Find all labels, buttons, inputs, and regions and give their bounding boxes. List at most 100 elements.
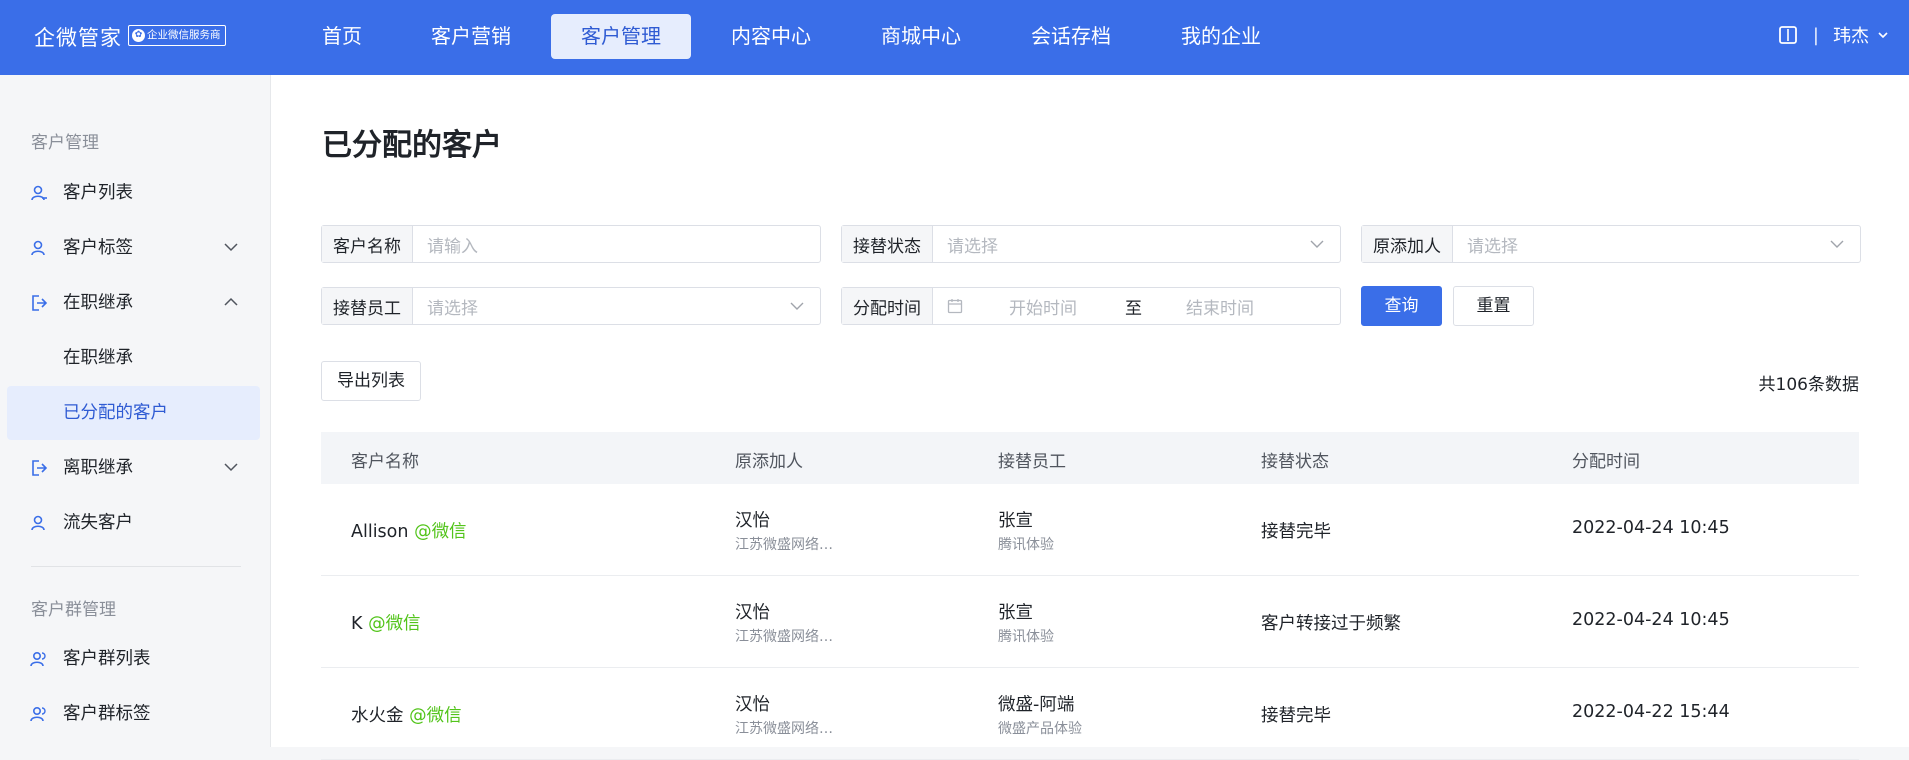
chevron-down-icon[interactable]	[1877, 29, 1889, 41]
sidebar-item-customer-tags[interactable]: 客户标签	[7, 221, 260, 275]
status-cell: 客户转接过于频繁	[1261, 614, 1401, 634]
replacement-staff-name: 张宣	[998, 603, 1033, 623]
user-area: | 玮杰	[1777, 22, 1889, 48]
table-header: 客户名称 原添加人 接替员工 接替状态 分配时间	[321, 432, 1859, 484]
filter-label: 接替员工	[322, 288, 413, 324]
replacement-staff-company: 腾讯体验	[998, 537, 1054, 553]
user-lost-icon	[31, 515, 45, 531]
column-header-assign-time: 分配时间	[1572, 452, 1640, 472]
customer-name: 水火金	[351, 706, 404, 726]
assigned-customers-table: 客户名称 原添加人 接替员工 接替状态 分配时间 Allison @微信 汉怡 …	[321, 432, 1859, 760]
customer-name-filter[interactable]: 客户名称 请输入	[321, 225, 821, 263]
replacement-staff-select[interactable]: 接替员工 请选择	[321, 287, 821, 325]
sidebar-group-customer-group-management: 客户群管理	[31, 600, 116, 620]
filter-label: 原添加人	[1362, 226, 1453, 262]
chevron-down-icon	[790, 302, 804, 310]
wechat-tag: @微信	[409, 706, 462, 726]
original-adder-name: 汉怡	[735, 511, 770, 531]
column-header-replacement-staff: 接替员工	[998, 452, 1066, 472]
sidebar-item-customer-list[interactable]: 客户列表	[7, 166, 260, 220]
original-adder-select-value[interactable]: 请选择	[1453, 232, 1830, 257]
nav-session-archive[interactable]: 会话存档	[1001, 14, 1141, 59]
sidebar-item-label: 客户群列表	[63, 649, 151, 669]
nav-mall-center[interactable]: 商城中心	[851, 14, 991, 59]
main-content: 已分配的客户 客户名称 请输入 接替状态 请选择 原添加人 请选择 接替员工 请…	[271, 75, 1909, 760]
customer-name-input[interactable]: 请输入	[413, 232, 820, 257]
start-date-input[interactable]: 开始时间	[1009, 294, 1077, 319]
sidebar-group-customer-management: 客户管理	[31, 133, 99, 153]
status-select-value[interactable]: 请选择	[933, 232, 1310, 257]
chevron-down-icon	[1830, 240, 1844, 248]
sidebar-subitem-assigned-customers[interactable]: 已分配的客户	[7, 386, 260, 440]
top-navigation-bar: 企微管家 ✿ 企业微信服务商 首页 客户营销 客户管理 内容中心 商城中心 会话…	[0, 0, 1909, 75]
sidebar-subitem-on-duty-inheritance[interactable]: 在职继承	[7, 331, 260, 385]
nav-home[interactable]: 首页	[292, 14, 392, 59]
table-row[interactable]: K @微信 汉怡 江苏微盛网络… 张宣 腾讯体验 客户转接过于频繁 2022-0…	[321, 576, 1859, 668]
replacement-staff-select-value[interactable]: 请选择	[413, 294, 790, 319]
sidebar-item-on-duty-inheritance[interactable]: 在职继承	[7, 276, 260, 330]
total-count: 共106条数据	[1758, 375, 1859, 395]
filter-label: 接替状态	[842, 226, 933, 262]
app-logo[interactable]: 企微管家	[34, 22, 122, 52]
separator: |	[1812, 24, 1819, 46]
original-adder-company: 江苏微盛网络…	[735, 721, 833, 737]
query-button[interactable]: 查询	[1361, 286, 1442, 326]
chevron-up-icon	[224, 297, 238, 306]
status-select[interactable]: 接替状态 请选择	[841, 225, 1341, 263]
page-title: 已分配的客户	[322, 128, 502, 163]
assign-time-cell: 2022-04-24 10:45	[1572, 610, 1730, 630]
status-cell: 接替完毕	[1261, 706, 1331, 726]
sidebar-item-label: 离职继承	[63, 458, 133, 478]
sidebar-item-group-list[interactable]: 客户群列表	[7, 632, 260, 686]
chevron-down-icon	[1310, 240, 1324, 248]
sidebar: 客户管理 客户列表 客户标签 在职继承 在职继承 已分配的客户 离职继承 流失客…	[0, 75, 271, 747]
original-adder-company: 江苏微盛网络…	[735, 537, 833, 553]
sidebar-item-group-tags[interactable]: 客户群标签	[7, 687, 260, 741]
date-range-separator: 至	[1125, 298, 1142, 319]
original-adder-select[interactable]: 原添加人 请选择	[1361, 225, 1861, 263]
assign-time-cell: 2022-04-22 15:44	[1572, 702, 1730, 722]
nav-my-enterprise[interactable]: 我的企业	[1151, 14, 1291, 59]
replacement-staff-company: 微盛产品体验	[998, 721, 1082, 737]
customer-name-cell: 水火金 @微信	[351, 702, 462, 727]
filter-label: 客户名称	[322, 226, 413, 262]
export-list-button[interactable]: 导出列表	[321, 361, 421, 401]
calendar-icon	[947, 299, 963, 314]
status-cell: 接替完毕	[1261, 522, 1331, 542]
badge-label: 企业微信服务商	[147, 29, 221, 41]
original-adder-name: 汉怡	[735, 695, 770, 715]
nav-content-center[interactable]: 内容中心	[701, 14, 841, 59]
table-row[interactable]: Allison @微信 汉怡 江苏微盛网络… 张宣 腾讯体验 接替完毕 2022…	[321, 484, 1859, 576]
wechat-tag: @微信	[414, 522, 467, 542]
sidebar-item-resigned-inheritance[interactable]: 离职继承	[7, 441, 260, 495]
sidebar-item-label: 在职继承	[63, 293, 133, 313]
customer-name-cell: K @微信	[351, 610, 421, 635]
user-name[interactable]: 玮杰	[1833, 22, 1869, 48]
group-list-icon	[30, 651, 46, 667]
end-date-input[interactable]: 结束时间	[1186, 294, 1254, 319]
transfer-in-icon	[32, 295, 48, 311]
assign-time-range-picker[interactable]: 分配时间 开始时间 至 结束时间	[841, 287, 1341, 325]
transfer-out-icon	[32, 460, 48, 476]
original-adder-name: 汉怡	[735, 603, 770, 623]
chevron-down-icon	[224, 243, 238, 252]
sidebar-item-label: 在职继承	[63, 348, 133, 368]
nav-customer-management[interactable]: 客户管理	[551, 14, 691, 59]
customer-name: Allison	[351, 522, 409, 542]
sidebar-item-label: 客户标签	[63, 238, 133, 258]
filter-label: 分配时间	[842, 288, 933, 324]
assign-time-cell: 2022-04-24 10:45	[1572, 518, 1730, 538]
sidebar-item-label: 已分配的客户	[63, 403, 168, 423]
sidebar-item-label: 客户群标签	[63, 704, 151, 724]
sidebar-item-label: 流失客户	[63, 513, 133, 533]
service-provider-badge: ✿ 企业微信服务商	[128, 25, 226, 46]
table-row[interactable]: 水火金 @微信 汉怡 江苏微盛网络… 微盛-阿端 微盛产品体验 接替完毕 202…	[321, 668, 1859, 760]
user-tag-icon	[31, 240, 45, 256]
nav-customer-marketing[interactable]: 客户营销	[401, 14, 541, 59]
book-icon[interactable]	[1777, 24, 1799, 46]
sidebar-item-lost-customers[interactable]: 流失客户	[7, 496, 260, 550]
column-header-original-adder: 原添加人	[735, 452, 803, 472]
reset-button[interactable]: 重置	[1453, 286, 1534, 326]
sidebar-item-label: 客户列表	[63, 183, 133, 203]
chevron-down-icon	[224, 463, 238, 472]
